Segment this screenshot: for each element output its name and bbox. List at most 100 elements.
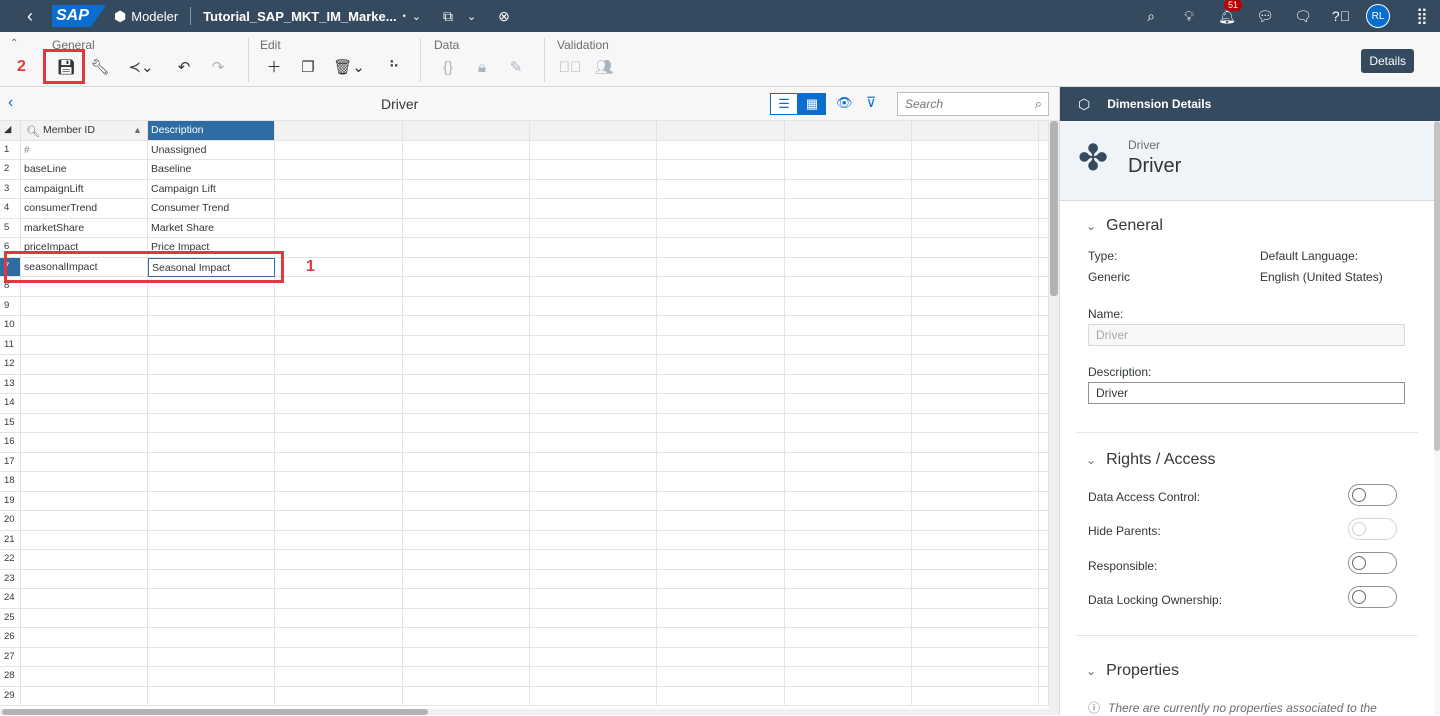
lock-icon[interactable]: 🔒︎	[470, 57, 494, 79]
empty-cell[interactable]	[785, 257, 912, 277]
empty-cell[interactable]	[530, 608, 657, 628]
empty-cell[interactable]	[912, 433, 1039, 453]
empty-cell[interactable]	[657, 413, 785, 433]
empty-cell[interactable]	[912, 452, 1039, 472]
empty-cell[interactable]	[1039, 199, 1049, 219]
table-row[interactable]: 26	[0, 628, 1049, 648]
table-row[interactable]: 15	[0, 413, 1049, 433]
empty-cell[interactable]	[275, 686, 403, 706]
table-row[interactable]: 18	[0, 472, 1049, 492]
empty-cell[interactable]	[785, 277, 912, 297]
empty-cell[interactable]	[785, 355, 912, 375]
empty-cell[interactable]	[785, 550, 912, 570]
row-number[interactable]: 14	[0, 394, 21, 414]
empty-cell[interactable]	[657, 394, 785, 414]
chevron-down-icon[interactable]: ⌄	[1086, 453, 1096, 467]
empty-cell[interactable]	[785, 296, 912, 316]
empty-cell[interactable]	[275, 160, 403, 180]
empty-cell[interactable]	[657, 491, 785, 511]
table-row[interactable]: 29	[0, 686, 1049, 706]
member-id-cell[interactable]: consumerTrend	[21, 199, 148, 219]
empty-cell[interactable]	[403, 472, 530, 492]
empty-cell[interactable]	[657, 511, 785, 531]
description-cell[interactable]	[148, 569, 275, 589]
empty-cell[interactable]	[657, 433, 785, 453]
row-number[interactable]: 20	[0, 511, 21, 531]
empty-cell[interactable]	[275, 452, 403, 472]
table-row[interactable]: 24	[0, 589, 1049, 609]
empty-cell[interactable]	[403, 569, 530, 589]
empty-cell[interactable]	[403, 667, 530, 687]
empty-cell[interactable]	[275, 472, 403, 492]
empty-cell[interactable]	[1039, 238, 1049, 258]
empty-cell[interactable]	[1039, 550, 1049, 570]
member-id-cell[interactable]	[21, 589, 148, 609]
table-row[interactable]: 4 consumerTrend Consumer Trend	[0, 199, 1049, 219]
section-general[interactable]: ⌄ General	[1086, 217, 1163, 235]
empty-cell[interactable]	[785, 530, 912, 550]
description-cell[interactable]: Consumer Trend	[148, 199, 275, 219]
empty-cell[interactable]	[912, 296, 1039, 316]
scroll-thumb[interactable]	[1050, 121, 1058, 296]
member-id-cell[interactable]: #	[21, 140, 148, 160]
empty-cell[interactable]	[403, 686, 530, 706]
empty-cell[interactable]	[1039, 335, 1049, 355]
empty-cell[interactable]	[912, 277, 1039, 297]
empty-column-header[interactable]	[657, 121, 785, 141]
back-icon[interactable]: ‹	[14, 6, 46, 27]
member-id-cell[interactable]	[21, 550, 148, 570]
data-access-control-switch[interactable]	[1348, 484, 1397, 506]
empty-cell[interactable]	[275, 140, 403, 160]
empty-cell[interactable]	[530, 355, 657, 375]
empty-cell[interactable]	[403, 433, 530, 453]
empty-cell[interactable]	[275, 374, 403, 394]
empty-cell[interactable]	[530, 452, 657, 472]
table-row[interactable]: 17	[0, 452, 1049, 472]
empty-cell[interactable]	[403, 647, 530, 667]
empty-cell[interactable]	[1039, 589, 1049, 609]
table-row[interactable]: 2 baseLine Baseline	[0, 160, 1049, 180]
help-icon[interactable]: ?⃝	[1322, 8, 1360, 24]
empty-column-header[interactable]	[1039, 121, 1049, 141]
search-icon[interactable]: ⌕	[1035, 96, 1042, 112]
table-row[interactable]: 25	[0, 608, 1049, 628]
empty-cell[interactable]	[530, 296, 657, 316]
notifications-icon[interactable]: 🔔︎ 51	[1208, 0, 1246, 25]
member-id-cell[interactable]	[21, 647, 148, 667]
empty-cell[interactable]	[912, 608, 1039, 628]
table-row[interactable]: 11	[0, 335, 1049, 355]
empty-cell[interactable]	[657, 257, 785, 277]
empty-cell[interactable]	[1039, 511, 1049, 531]
member-id-cell[interactable]	[21, 667, 148, 687]
member-id-cell[interactable]	[21, 394, 148, 414]
empty-cell[interactable]	[530, 569, 657, 589]
empty-cell[interactable]	[403, 491, 530, 511]
empty-cell[interactable]	[275, 218, 403, 238]
copy-icon[interactable]: ❐	[296, 57, 320, 79]
search-field[interactable]: ⌕	[897, 92, 1049, 116]
table-row[interactable]: 14	[0, 394, 1049, 414]
row-number[interactable]: 18	[0, 472, 21, 492]
empty-cell[interactable]	[785, 647, 912, 667]
row-number[interactable]: 10	[0, 316, 21, 336]
empty-cell[interactable]	[403, 511, 530, 531]
empty-cell[interactable]	[912, 472, 1039, 492]
section-properties[interactable]: ⌄ Properties	[1086, 662, 1179, 680]
empty-cell[interactable]	[785, 686, 912, 706]
product-switch-icon[interactable]: ⣿	[1404, 6, 1440, 26]
empty-cell[interactable]	[403, 238, 530, 258]
member-id-cell[interactable]	[21, 355, 148, 375]
description-cell[interactable]	[148, 667, 275, 687]
empty-cell[interactable]	[785, 608, 912, 628]
description-field[interactable]: Driver	[1088, 382, 1405, 404]
empty-cell[interactable]	[912, 647, 1039, 667]
empty-cell[interactable]	[530, 374, 657, 394]
row-number[interactable]: 15	[0, 413, 21, 433]
empty-cell[interactable]	[785, 511, 912, 531]
table-row[interactable]: 10	[0, 316, 1049, 336]
empty-cell[interactable]	[275, 335, 403, 355]
empty-cell[interactable]	[785, 218, 912, 238]
empty-cell[interactable]	[403, 589, 530, 609]
empty-cell[interactable]	[275, 277, 403, 297]
empty-cell[interactable]	[657, 628, 785, 648]
